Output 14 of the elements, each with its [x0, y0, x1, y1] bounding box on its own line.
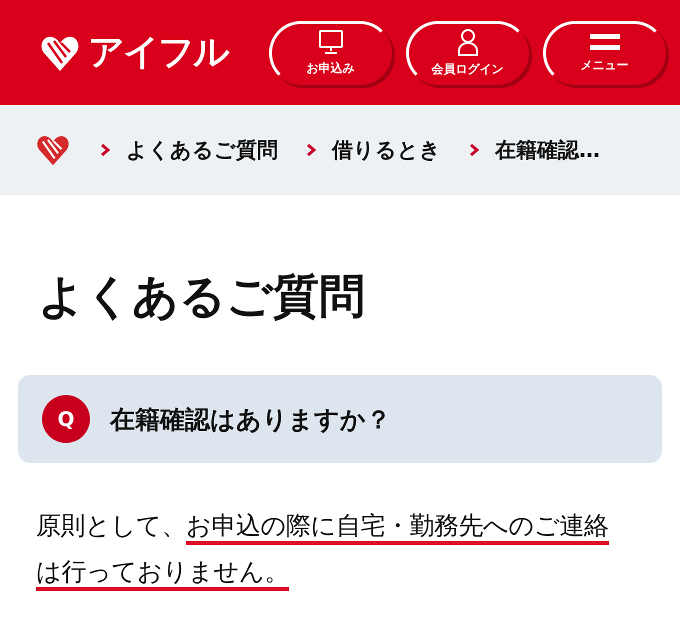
page-title: よくあるご質問: [37, 268, 366, 325]
breadcrumb-link[interactable]: よくあるご質問: [126, 136, 278, 164]
breadcrumb-link[interactable]: 在籍確認…: [495, 136, 600, 164]
person-icon: [456, 28, 478, 56]
breadcrumb-link[interactable]: 借りるとき: [332, 136, 441, 164]
menu-icon: [590, 32, 620, 52]
question-text: 在籍確認はありますか？: [110, 404, 391, 436]
chevron-icon: [469, 144, 479, 156]
monitor-icon: [318, 28, 344, 54]
question-badge: Q: [42, 395, 90, 443]
chevron-icon: [306, 144, 316, 156]
logo-text: アイフル: [88, 31, 228, 75]
answer-text: 原則として、お申込の際に自宅・勤務先へのご連絡は行っておりません。: [36, 503, 632, 595]
chevron-icon: [100, 144, 110, 156]
